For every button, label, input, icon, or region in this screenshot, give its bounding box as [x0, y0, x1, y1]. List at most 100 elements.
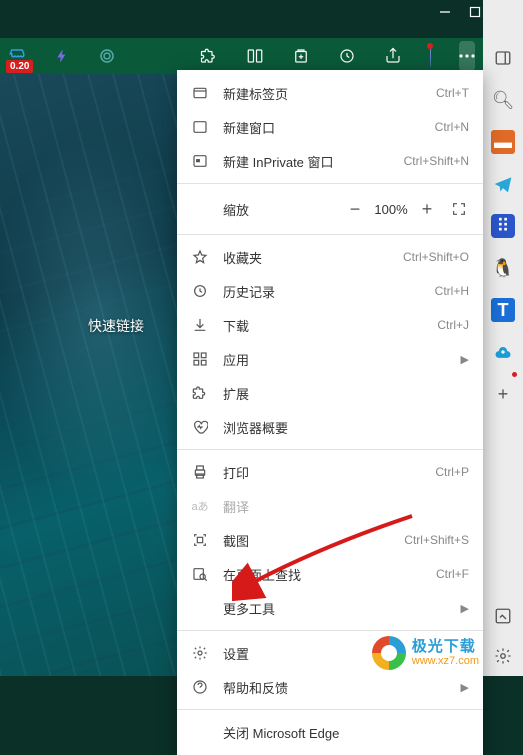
menu-label: 更多工具: [223, 599, 453, 618]
swirl-icon[interactable]: [98, 46, 116, 66]
heartbeat-icon: [191, 418, 209, 436]
minimize-button[interactable]: [439, 6, 451, 18]
split-screen-icon[interactable]: [246, 46, 264, 66]
menu-label: 收藏夹: [223, 248, 403, 267]
menu-close-edge[interactable]: 关闭 Microsoft Edge: [177, 715, 483, 749]
sidebar-grid-icon[interactable]: ⠿: [491, 214, 515, 238]
menu-label: 下载: [223, 316, 437, 335]
chevron-right-icon: ▶: [461, 681, 469, 694]
sidebar-t-icon[interactable]: T: [491, 298, 515, 322]
menu-translate: aあ 翻译: [177, 489, 483, 523]
find-icon: [191, 565, 209, 583]
menu-shortcut: Ctrl+N: [435, 120, 469, 134]
menu-shortcut: Ctrl+H: [435, 284, 469, 298]
collections-icon[interactable]: [292, 46, 310, 66]
menu-label: 浏览器概要: [223, 418, 469, 437]
menu-separator: [177, 449, 483, 450]
menu-label: 新建 InPrivate 窗口: [223, 152, 404, 171]
top-toolbar: 0.20: [0, 38, 483, 74]
menu-downloads[interactable]: 下载 Ctrl+J: [177, 308, 483, 342]
sidebar-edit-icon[interactable]: [491, 604, 515, 628]
menu-new-window[interactable]: 新建窗口 Ctrl+N: [177, 110, 483, 144]
menu-label: 打印: [223, 463, 435, 482]
menu-shortcut: Ctrl+T: [436, 86, 469, 100]
menu-label: 帮助和反馈: [223, 678, 453, 697]
extensions-icon[interactable]: [200, 46, 218, 66]
menu-shortcut: Ctrl+Shift+S: [404, 533, 469, 547]
help-icon: [191, 678, 209, 696]
menu-label: 历史记录: [223, 282, 435, 301]
download-icon: [191, 316, 209, 334]
sidebar-telegram-icon[interactable]: [491, 172, 515, 196]
menu-separator: [177, 183, 483, 184]
quick-links-label: 快速链接: [88, 316, 144, 336]
zoom-in-button[interactable]: +: [413, 199, 441, 220]
more-menu-button[interactable]: [459, 41, 475, 71]
star-icon: [191, 248, 209, 266]
bolt-icon[interactable]: [54, 46, 70, 66]
menu-more-tools[interactable]: 更多工具 ▶: [177, 591, 483, 625]
menu-browser-essentials[interactable]: 浏览器概要: [177, 410, 483, 444]
zoom-out-button[interactable]: −: [341, 199, 369, 220]
sidebar-briefcase-icon[interactable]: ▬: [491, 130, 515, 154]
menu-shortcut: Ctrl+Shift+N: [404, 154, 469, 168]
sidebar-cloud-icon[interactable]: [491, 340, 515, 364]
fullscreen-button[interactable]: [451, 201, 469, 217]
maximize-button[interactable]: [469, 6, 481, 18]
menu-new-tab[interactable]: 新建标签页 Ctrl+T: [177, 76, 483, 110]
menu-new-inprivate[interactable]: 新建 InPrivate 窗口 Ctrl+Shift+N: [177, 144, 483, 178]
menu-separator: [177, 234, 483, 235]
menu-shortcut: Ctrl+F: [436, 567, 469, 581]
menu-shortcut: Ctrl+Shift+O: [403, 250, 469, 264]
apps-icon: [191, 350, 209, 368]
chevron-right-icon: ▶: [461, 353, 469, 366]
menu-label: 截图: [223, 531, 404, 550]
menu-apps[interactable]: 应用 ▶: [177, 342, 483, 376]
sidebar-search-icon[interactable]: 🔍︎: [491, 88, 515, 112]
blank-icon: [191, 723, 209, 741]
main-menu: 新建标签页 Ctrl+T 新建窗口 Ctrl+N 新建 InPrivate 窗口…: [177, 70, 483, 755]
zoom-value: 100%: [369, 202, 413, 217]
menu-settings[interactable]: 设置: [177, 636, 483, 670]
share-icon[interactable]: [384, 46, 402, 66]
menu-find[interactable]: 在页面上查找 Ctrl+F: [177, 557, 483, 591]
screenshot-icon: [191, 531, 209, 549]
zoom-label: 缩放: [191, 200, 341, 219]
gear-icon: [191, 644, 209, 662]
menu-favorites[interactable]: 收藏夹 Ctrl+Shift+O: [177, 240, 483, 274]
menu-history[interactable]: 历史记录 Ctrl+H: [177, 274, 483, 308]
menu-label: 关闭 Microsoft Edge: [223, 723, 469, 742]
price-badge: 0.20: [6, 60, 33, 73]
menu-label: 翻译: [223, 497, 469, 516]
chevron-right-icon: ▶: [461, 602, 469, 615]
inprivate-icon: [191, 152, 209, 170]
sidebar-qq-icon[interactable]: 🐧: [491, 256, 515, 280]
history-icon[interactable]: [338, 46, 356, 66]
menu-label: 扩展: [223, 384, 469, 403]
sidebar-add-icon[interactable]: +: [491, 382, 515, 406]
menu-zoom: 缩放 − 100% +: [177, 189, 483, 229]
menu-separator: [177, 630, 483, 631]
menu-print[interactable]: 打印 Ctrl+P: [177, 455, 483, 489]
history-icon: [191, 282, 209, 300]
new-window-icon: [191, 118, 209, 136]
avatar[interactable]: [430, 45, 431, 67]
menu-label: 应用: [223, 350, 453, 369]
menu-extensions[interactable]: 扩展: [177, 376, 483, 410]
menu-label: 在页面上查找: [223, 565, 436, 584]
menu-screenshot[interactable]: 截图 Ctrl+Shift+S: [177, 523, 483, 557]
menu-shortcut: Ctrl+P: [435, 465, 469, 479]
sidebar-panel-icon[interactable]: [491, 46, 515, 70]
menu-separator: [177, 709, 483, 710]
sidebar-settings-icon[interactable]: [491, 644, 515, 668]
blank-icon: [191, 599, 209, 617]
menu-shortcut: Ctrl+J: [437, 318, 469, 332]
menu-label: 设置: [223, 644, 469, 663]
new-tab-icon: [191, 84, 209, 102]
right-sidebar: 🔍︎ ▬ ⠿ 🐧 T +: [483, 0, 523, 676]
menu-label: 新建窗口: [223, 118, 435, 137]
menu-help[interactable]: 帮助和反馈 ▶: [177, 670, 483, 704]
menu-label: 新建标签页: [223, 84, 436, 103]
print-icon: [191, 463, 209, 481]
translate-icon: aあ: [191, 497, 209, 515]
